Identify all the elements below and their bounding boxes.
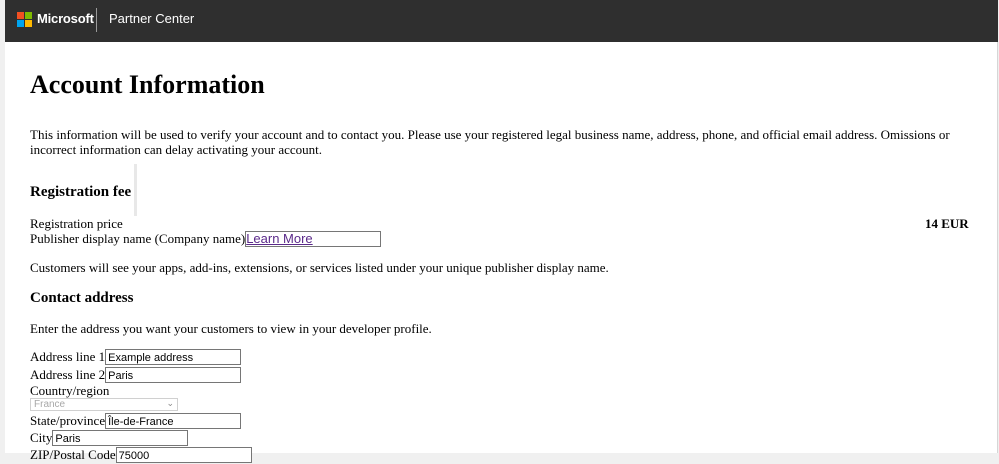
zip-label: ZIP/Postal Code: [30, 446, 116, 462]
zip-input[interactable]: 75000: [115, 446, 252, 463]
address1-row: Address line 1 Example address: [30, 348, 242, 365]
price-value: 14 EUR: [925, 216, 969, 231]
publisher-row: Publisher display name (Company name) Le…: [30, 230, 382, 247]
app-name[interactable]: Partner Center: [109, 11, 194, 26]
country-value: France: [34, 399, 66, 410]
learn-more-link[interactable]: Learn More: [246, 231, 312, 247]
address2-input[interactable]: Paris: [105, 366, 242, 383]
address1-label: Address line 1: [30, 348, 106, 364]
city-row: City Paris: [30, 429, 189, 446]
contact-heading: Contact address: [30, 290, 134, 306]
address1-input[interactable]: Example address: [105, 348, 242, 365]
address2-row: Address line 2 Paris: [30, 366, 242, 383]
contact-description: Enter the address you want your customer…: [30, 321, 432, 336]
publisher-input[interactable]: Learn More: [245, 230, 382, 247]
intro-text: This information will be used to verify …: [30, 127, 950, 157]
state-input[interactable]: Île-de-France: [105, 412, 242, 429]
state-label: State/province: [30, 412, 106, 428]
header-divider: [96, 8, 97, 32]
section-divider: [134, 164, 137, 216]
address2-label: Address line 2: [30, 366, 106, 382]
page-title: Account Information: [30, 70, 265, 99]
publisher-note: Customers will see your apps, add-ins, e…: [30, 260, 609, 275]
microsoft-logo-icon[interactable]: [17, 12, 32, 27]
page-frame: [5, 0, 998, 453]
registration-heading: Registration fee: [30, 184, 132, 200]
country-label: Country/region: [30, 383, 110, 398]
brand-name[interactable]: Microsoft: [37, 11, 94, 26]
top-bar: Microsoft Partner Center: [5, 0, 998, 42]
chevron-down-icon: ⌄: [166, 398, 174, 408]
city-label: City: [30, 429, 53, 445]
city-input[interactable]: Paris: [52, 429, 189, 446]
zip-row: ZIP/Postal Code 75000: [30, 446, 252, 463]
publisher-label: Publisher display name (Company name): [30, 230, 246, 246]
state-row: State/province Île-de-France: [30, 412, 242, 429]
country-select[interactable]: France ⌄: [30, 398, 178, 411]
